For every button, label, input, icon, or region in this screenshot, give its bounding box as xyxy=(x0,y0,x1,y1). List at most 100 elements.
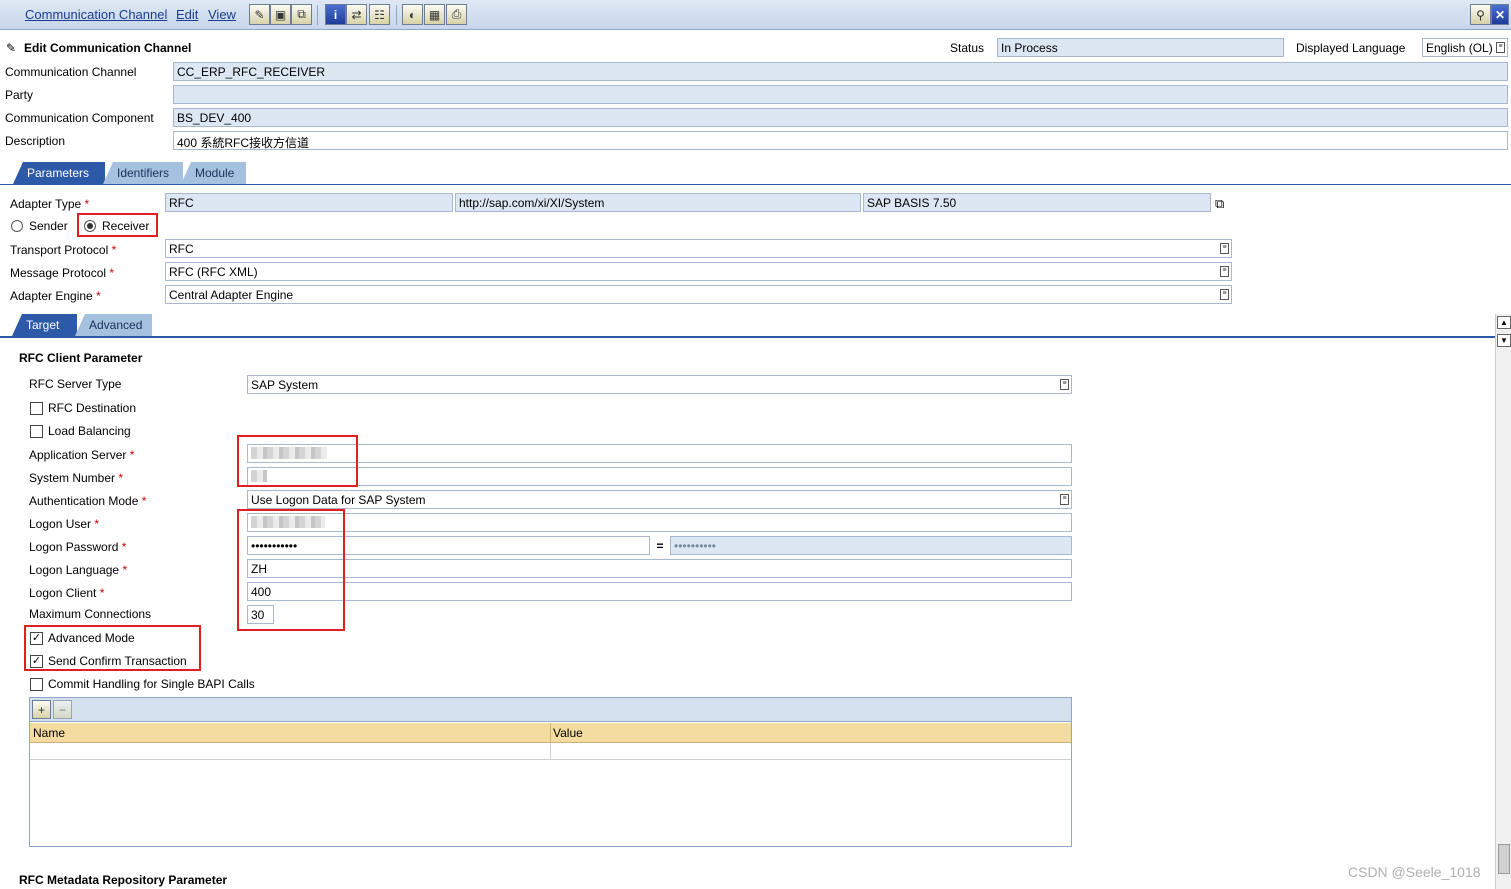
description-input[interactable]: 400 系統RFC接收方信道 xyxy=(173,131,1508,150)
column-divider xyxy=(550,743,551,760)
sender-radio[interactable] xyxy=(11,220,23,232)
dropdown-icon[interactable]: ≡ xyxy=(1220,243,1229,254)
toolbar-separator xyxy=(396,5,397,25)
engine-label: Adapter Engine * xyxy=(10,289,101,303)
engine-select[interactable]: Central Adapter Engine ≡ xyxy=(165,285,1232,304)
auth-mode-select[interactable]: Use Logon Data for SAP System ≡ xyxy=(247,490,1072,509)
message-select[interactable]: RFC (RFC XML) ≡ xyxy=(165,262,1232,281)
highlight-box xyxy=(237,435,358,487)
logon-user-input[interactable] xyxy=(247,513,1072,532)
save-icon[interactable]: ▣ xyxy=(270,4,291,25)
rfc-destination-checkbox[interactable] xyxy=(30,402,43,415)
print-icon[interactable]: ⎙ xyxy=(446,4,467,25)
dropdown-icon[interactable]: ≡ xyxy=(1060,494,1069,505)
hierarchy-icon[interactable]: ☷ xyxy=(369,4,390,25)
table-toolbar: + − xyxy=(30,698,1071,722)
open-window-icon[interactable]: ⧉ xyxy=(1215,196,1224,212)
column-value[interactable]: Value xyxy=(553,726,583,740)
send-confirm-checkbox[interactable]: ✓ xyxy=(30,655,43,668)
column-name[interactable]: Name xyxy=(33,726,65,740)
subtab-divider xyxy=(0,336,1495,338)
description-label: Description xyxy=(5,134,66,148)
equals-icon: = xyxy=(656,539,664,553)
menu-edit[interactable]: Edit xyxy=(176,7,198,22)
dropdown-icon[interactable]: ≡ xyxy=(1060,379,1069,390)
status-field: In Process xyxy=(997,38,1284,57)
app-server-label: Application Server * xyxy=(29,448,135,462)
component-field: BS_DEV_400 xyxy=(173,108,1508,127)
close-icon[interactable]: ✕ xyxy=(1491,4,1509,25)
insert-row-icon[interactable]: + xyxy=(32,700,51,719)
scroll-up-icon[interactable]: ▲ xyxy=(1497,316,1511,329)
logon-client-input[interactable]: 400 xyxy=(247,582,1072,601)
message-label: Message Protocol * xyxy=(10,266,115,280)
highlight-box xyxy=(237,509,345,631)
commit-handling-checkbox[interactable] xyxy=(30,678,43,691)
info-icon[interactable]: i xyxy=(325,4,346,25)
tab-parameters[interactable]: Parameters xyxy=(13,162,105,184)
advanced-mode-checkbox[interactable]: ✓ xyxy=(30,632,43,645)
advanced-mode-label: Advanced Mode xyxy=(48,631,135,645)
history-icon[interactable]: ◐ xyxy=(402,4,423,25)
where-used-icon[interactable]: ⇄ xyxy=(346,4,367,25)
logon-user-label: Logon User * xyxy=(29,517,100,531)
menu-communication-channel[interactable]: Communication Channel xyxy=(25,7,167,22)
copy-icon[interactable]: ⧉ xyxy=(291,4,312,25)
channel-label: Communication Channel xyxy=(5,65,137,79)
delete-row-icon[interactable]: − xyxy=(53,700,72,719)
system-number-label: System Number * xyxy=(29,471,124,485)
logon-language-input[interactable]: ZH xyxy=(247,559,1072,578)
tab-identifiers[interactable]: Identifiers xyxy=(103,162,183,184)
transport-label: Transport Protocol * xyxy=(10,243,117,257)
auth-mode-label: Authentication Mode * xyxy=(29,494,147,508)
menu-bar: Communication Channel Edit View ✎ ▣ ⧉ i … xyxy=(0,0,1511,30)
tab-advanced[interactable]: Advanced xyxy=(75,314,152,336)
component-label: Communication Component xyxy=(5,111,154,125)
transport-select[interactable]: RFC ≡ xyxy=(165,239,1232,258)
tab-divider xyxy=(0,184,1511,185)
logon-client-label: Logon Client * xyxy=(29,586,105,600)
toolbar-separator xyxy=(317,5,318,25)
party-field xyxy=(173,85,1508,104)
app-server-input[interactable] xyxy=(247,444,1072,463)
commit-handling-label: Commit Handling for Single BAPI Calls xyxy=(48,677,255,691)
party-label: Party xyxy=(5,88,34,102)
adapter-type-swcv: SAP BASIS 7.50 xyxy=(863,193,1211,212)
scroll-down-icon[interactable]: ▼ xyxy=(1497,334,1511,347)
scrollbar[interactable]: ▲ ▼ xyxy=(1495,314,1511,889)
page-title: Edit Communication Channel xyxy=(24,41,192,55)
dropdown-icon[interactable]: ≡ xyxy=(1496,42,1505,53)
adapter-type-name: RFC xyxy=(165,193,453,212)
pin-icon[interactable]: ⚲ xyxy=(1470,4,1491,25)
dropdown-icon[interactable]: ≡ xyxy=(1220,289,1229,300)
logon-language-label: Logon Language * xyxy=(29,563,128,577)
status-label: Status xyxy=(950,41,985,55)
dropdown-icon[interactable]: ≡ xyxy=(1220,266,1229,277)
parameter-table: + − Name Value xyxy=(29,697,1072,847)
column-divider xyxy=(550,723,551,743)
tab-module[interactable]: Module xyxy=(181,162,246,184)
language-select[interactable]: English (OL) ≡ xyxy=(1422,38,1508,57)
logon-password-confirm[interactable]: •••••••••• xyxy=(670,536,1072,555)
server-type-select[interactable]: SAP System ≡ xyxy=(247,375,1072,394)
load-balancing-checkbox[interactable] xyxy=(30,425,43,438)
table-header: Name Value xyxy=(30,723,1071,743)
receiver-label: Receiver xyxy=(102,219,150,233)
receiver-radio[interactable] xyxy=(84,220,96,232)
tab-target[interactable]: Target xyxy=(12,314,77,336)
max-connections-label: Maximum Connections xyxy=(29,607,152,621)
menu-view[interactable]: View xyxy=(208,7,236,22)
system-number-input[interactable] xyxy=(247,467,1072,486)
metadata-section-title: RFC Metadata Repository Parameter xyxy=(19,873,228,887)
rfc-destination-label: RFC Destination xyxy=(48,401,137,415)
section-title: RFC Client Parameter xyxy=(19,351,143,365)
table-row[interactable] xyxy=(30,743,1071,760)
load-balancing-label: Load Balancing xyxy=(48,424,131,438)
send-confirm-label: Send Confirm Transaction xyxy=(48,654,187,668)
scroll-thumb[interactable] xyxy=(1498,844,1510,874)
table-icon[interactable]: ▦ xyxy=(424,4,445,25)
server-type-label: RFC Server Type xyxy=(29,377,122,391)
adapter-type-label: Adapter Type * xyxy=(10,197,90,211)
logon-password-label: Logon Password * xyxy=(29,540,127,554)
edit-pencil-icon[interactable]: ✎ xyxy=(249,4,270,25)
